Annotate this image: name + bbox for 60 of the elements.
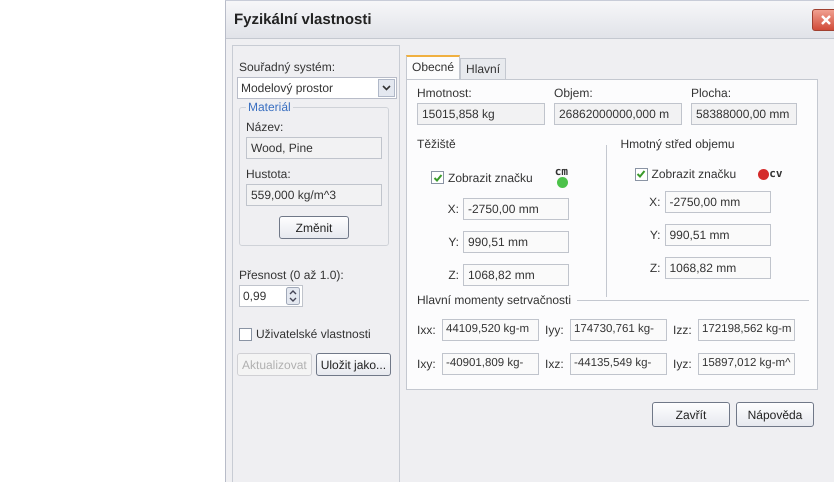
moment-label: Ixx: [417, 323, 437, 337]
checkbox[interactable] [634, 168, 648, 180]
group-title: Hlavní momenty setrvačnosti [417, 293, 572, 307]
field-label: Souřadný systém: [239, 60, 336, 74]
tab[interactable]: Obecné [406, 55, 460, 79]
marker-label: cv [769, 168, 782, 178]
field-label: Název: [246, 120, 284, 134]
axis-label: Z: [447, 268, 459, 282]
moment-label: Ixz: [545, 357, 565, 371]
moment-field[interactable]: -44135,549 kg- [570, 353, 667, 375]
moment-field[interactable]: 174730,761 kg- [570, 319, 667, 341]
window-title: Fyzikální vlastnosti [233, 11, 372, 28]
coordinate-field[interactable]: -2750,00 mm [463, 198, 569, 220]
moment-label: Iyz: [673, 357, 693, 371]
moment-label: Izz: [673, 323, 693, 337]
axis-label: X: [648, 195, 660, 209]
value-field[interactable]: 15015,858 kg [417, 103, 545, 125]
tab[interactable]: Hlavní [460, 58, 506, 79]
field-label: Objem: [554, 86, 594, 100]
group-title: Těžiště [417, 137, 457, 151]
field-label: Hmotnost: [417, 86, 473, 100]
coordinate-field[interactable]: 990,51 mm [463, 231, 569, 253]
precision-spinner[interactable]: 0,99 [239, 285, 303, 307]
marker-label: cm [554, 167, 568, 177]
coordinate-field[interactable]: 990,51 mm [664, 224, 770, 246]
axis-label: Y: [648, 228, 660, 242]
coordinate-system-dropdown[interactable]: Modelový prostor [237, 77, 397, 99]
density-field[interactable]: 559,000 kg/m^3 [246, 184, 382, 206]
moment-field[interactable]: 44109,520 kg-m [442, 319, 539, 341]
checkbox-label: Zobrazit značku [652, 167, 736, 181]
axis-label: X: [446, 202, 459, 216]
axis-label: Y: [447, 235, 459, 249]
change-button[interactable]: Změnit [279, 216, 349, 239]
group-title: Materiál [246, 100, 293, 114]
action-button[interactable]: Uložit jako... [316, 353, 392, 376]
moment-field[interactable]: 15897,012 kg-m^ [698, 353, 795, 375]
moment-field[interactable]: 172198,562 kg-m [698, 319, 795, 341]
moment-label: Iyy: [545, 323, 565, 337]
field-label: Hustota: [246, 167, 291, 181]
material-name-field[interactable]: Wood, Pine [246, 137, 382, 159]
axis-label: Z: [648, 261, 660, 275]
field-label: Přesnost (0 až 1.0): [239, 268, 344, 282]
group-title: Hmotný střed objemu [620, 137, 736, 151]
checkbox-label: Zobrazit značku [448, 170, 533, 184]
moment-field[interactable]: -40901,809 kg- [442, 353, 539, 375]
value-field[interactable]: 26862000000,000 m [554, 103, 682, 125]
checkbox[interactable] [239, 328, 252, 340]
coordinate-field[interactable]: 1068,82 mm [664, 257, 770, 279]
moment-label: Ixy: [417, 357, 437, 371]
close-icon [820, 14, 832, 26]
field-label: Plocha: [691, 86, 732, 100]
checkbox[interactable] [431, 171, 444, 184]
coordinate-field[interactable]: 1068,82 mm [463, 264, 569, 286]
checkbox-label: Uživatelské vlastnosti [256, 327, 371, 341]
coordinate-field[interactable]: -2750,00 mm [664, 191, 770, 213]
spinner-arrows-icon [286, 287, 300, 305]
dialog-button[interactable]: Nápověda [736, 402, 814, 427]
close-button[interactable] [812, 8, 834, 30]
value-field[interactable]: 58388000,00 mm [691, 103, 797, 125]
dialog-button[interactable]: Zavřít [652, 402, 730, 427]
